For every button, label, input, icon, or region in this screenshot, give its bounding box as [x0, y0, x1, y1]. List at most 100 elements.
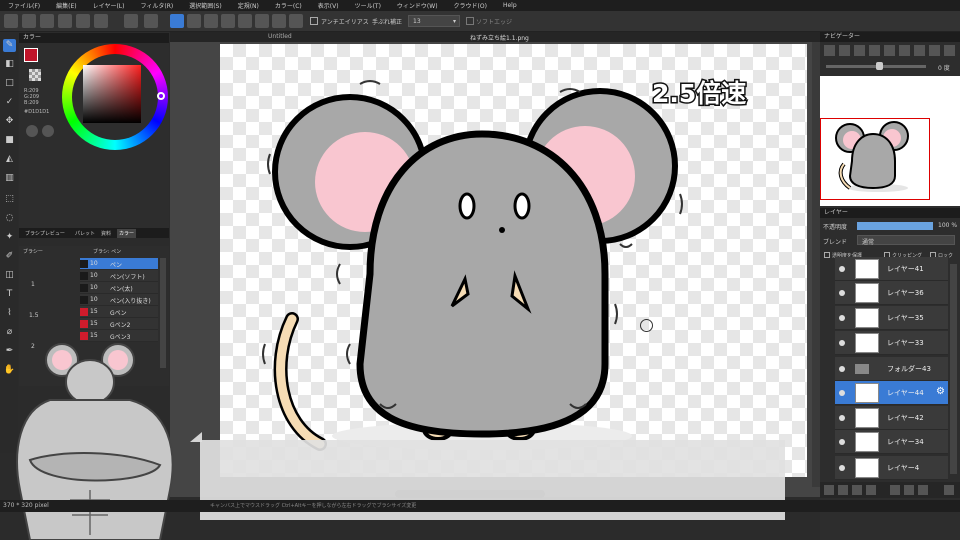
- duplicate-layer-icon[interactable]: [852, 485, 862, 495]
- eye-icon[interactable]: [839, 366, 845, 372]
- divide-tool-icon[interactable]: ⌇: [3, 307, 16, 320]
- eye-icon[interactable]: [839, 315, 845, 321]
- color-mode-icon[interactable]: [42, 125, 54, 137]
- saturation-value-square[interactable]: [83, 65, 141, 123]
- eye-icon[interactable]: [839, 340, 845, 346]
- layer-row[interactable]: レイヤー41: [835, 257, 948, 281]
- add-layer-dropdown-icon[interactable]: [866, 485, 876, 495]
- flip-icon[interactable]: [929, 45, 940, 56]
- tab-brush-preview[interactable]: ブラシプレビュー: [25, 230, 65, 237]
- secondary-color-swatch[interactable]: [29, 69, 41, 81]
- tab-untitled[interactable]: Untitled: [268, 33, 292, 40]
- brush-row[interactable]: 10 ペン(太): [80, 282, 158, 294]
- gear-icon[interactable]: ⚙: [936, 386, 945, 397]
- palette-icon[interactable]: [26, 125, 38, 137]
- snap-settings-icon[interactable]: [289, 14, 303, 28]
- opacity-slider[interactable]: [857, 222, 933, 230]
- menu-item-6[interactable]: カラー(C): [275, 1, 302, 10]
- eye-icon[interactable]: [839, 439, 845, 445]
- brush-tool-icon[interactable]: ✎: [3, 39, 16, 52]
- menu-item-0[interactable]: ファイル(F): [8, 1, 40, 10]
- gradient-tool-icon[interactable]: ▥: [3, 172, 16, 185]
- lasso-tool-icon[interactable]: ◌: [3, 212, 16, 225]
- zoom-out-icon[interactable]: [839, 45, 850, 56]
- tab-color[interactable]: カラー: [117, 229, 137, 238]
- snap-radial-icon[interactable]: [238, 14, 252, 28]
- select-eraser-tool-icon[interactable]: ◫: [3, 269, 16, 282]
- select-pen-tool-icon[interactable]: ✐: [3, 250, 16, 263]
- text-tool-icon[interactable]: T: [3, 288, 16, 301]
- save-file-icon[interactable]: [58, 14, 72, 28]
- primary-color-swatch[interactable]: [24, 48, 38, 62]
- snap-circle-icon[interactable]: [255, 14, 269, 28]
- menu-item-8[interactable]: ツール(T): [355, 1, 381, 10]
- select-rect-tool-icon[interactable]: ⬚: [3, 193, 16, 206]
- eye-icon[interactable]: [839, 390, 845, 396]
- stabilizer-select[interactable]: 13 ▾: [408, 15, 460, 27]
- navigator-viewport-frame[interactable]: [820, 118, 930, 200]
- brush-size-1[interactable]: 1: [31, 281, 35, 288]
- menu-item-9[interactable]: ウィンドウ(W): [397, 1, 438, 10]
- menu-item-7[interactable]: 表示(V): [318, 1, 339, 10]
- navigator-preview[interactable]: [820, 76, 960, 206]
- bucket-tool-icon[interactable]: ◭: [3, 153, 16, 166]
- reset-rotation-icon[interactable]: [914, 45, 925, 56]
- brush-row[interactable]: 10 ペン(入り抜き): [80, 294, 158, 306]
- brush-row[interactable]: 15 Gペン: [80, 306, 158, 318]
- new-folder-icon[interactable]: [890, 485, 900, 495]
- menu-item-2[interactable]: レイヤー(L): [93, 1, 125, 10]
- eye-icon[interactable]: [839, 266, 845, 272]
- snap-curve-icon[interactable]: [272, 14, 286, 28]
- tab-reference[interactable]: 資料: [101, 230, 111, 237]
- menu-item-4[interactable]: 選択範囲(S): [189, 1, 222, 10]
- menu-item-5[interactable]: 定規(N): [238, 1, 259, 10]
- menu-item-10[interactable]: クラウド(O): [454, 1, 487, 10]
- fit-screen-icon[interactable]: [854, 45, 865, 56]
- eye-icon[interactable]: [839, 465, 845, 471]
- layer-row[interactable]: レイヤー34: [835, 430, 948, 454]
- eraser-tool-icon[interactable]: ◧: [3, 58, 16, 71]
- layer-row[interactable]: レイヤー35: [835, 306, 948, 330]
- open-file-icon[interactable]: [40, 14, 54, 28]
- layer-row[interactable]: レイヤー36: [835, 281, 948, 305]
- actual-size-icon[interactable]: [869, 45, 880, 56]
- undo-icon[interactable]: [124, 14, 138, 28]
- clear-layer-icon[interactable]: [918, 485, 928, 495]
- eye-icon[interactable]: [839, 290, 845, 296]
- rotate-left-icon[interactable]: [884, 45, 895, 56]
- eyedropper-tool-icon[interactable]: ⌀: [3, 326, 16, 339]
- brush-row[interactable]: 15 Gペン2: [80, 318, 158, 330]
- protect-alpha-checkbox[interactable]: [824, 252, 830, 258]
- snap-grid-icon[interactable]: [204, 14, 218, 28]
- check-tool-icon[interactable]: ✓: [3, 96, 16, 109]
- menu-item-1[interactable]: 編集(E): [56, 1, 76, 10]
- shape-tool-icon[interactable]: □: [3, 77, 16, 90]
- app-logo-icon[interactable]: [4, 14, 18, 28]
- brush-row[interactable]: 10 ペン: [80, 258, 158, 270]
- zoom-in-icon[interactable]: [824, 45, 835, 56]
- layer-list-scrollbar[interactable]: [950, 264, 957, 474]
- magic-wand-tool-icon[interactable]: ✦: [3, 231, 16, 244]
- rotate-right-icon[interactable]: [899, 45, 910, 56]
- layer-icon[interactable]: [76, 14, 90, 28]
- move-tool-icon[interactable]: ✥: [3, 115, 16, 128]
- tab-palette[interactable]: パレット: [75, 230, 95, 237]
- export-icon[interactable]: [94, 14, 108, 28]
- close-icon[interactable]: [944, 45, 955, 56]
- blend-select[interactable]: 通常: [857, 235, 955, 246]
- menu-item-3[interactable]: フィルタ(R): [140, 1, 173, 10]
- snap-perspective-icon[interactable]: [221, 14, 235, 28]
- new-layer-icon[interactable]: [824, 485, 834, 495]
- brush-size-1-5[interactable]: 1.5: [29, 312, 39, 319]
- fill-rect-tool-icon[interactable]: ■: [3, 134, 16, 147]
- redo-icon[interactable]: [144, 14, 158, 28]
- menu-item-11[interactable]: Help: [503, 2, 517, 9]
- soft-edge-checkbox[interactable]: [466, 17, 474, 25]
- hue-picker-handle[interactable]: [157, 92, 165, 100]
- layer-row[interactable]: レイヤー44 ⚙: [835, 381, 948, 405]
- canvas-vertical-scrollbar[interactable]: [812, 42, 820, 487]
- layer-row[interactable]: レイヤー42: [835, 406, 948, 430]
- snap-off-icon[interactable]: [170, 14, 184, 28]
- delete-layer-icon[interactable]: [944, 485, 954, 495]
- new-file-icon[interactable]: [22, 14, 36, 28]
